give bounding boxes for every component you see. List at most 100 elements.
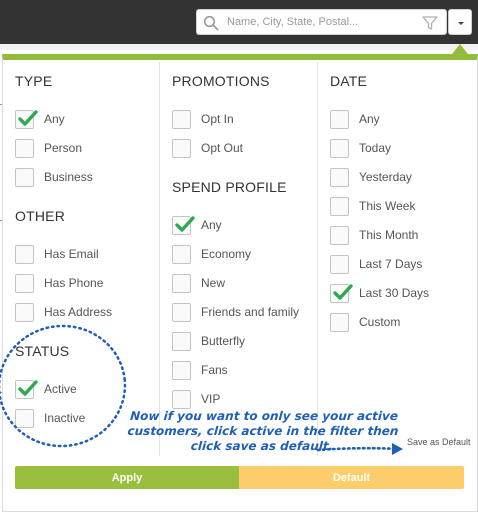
checkbox[interactable] <box>15 302 34 322</box>
checkbox[interactable] <box>330 283 353 303</box>
option-label: Active <box>44 382 77 396</box>
filter-option-spend-profile-vip[interactable]: VIP <box>172 388 220 410</box>
checkmark-icon <box>18 379 38 396</box>
filter-option-spend-profile-friends-and-family[interactable]: Friends and family <box>172 301 299 323</box>
checkbox[interactable] <box>15 244 34 264</box>
filter-option-date-last-7-days[interactable]: Last 7 Days <box>330 253 422 275</box>
filter-option-other-has-phone[interactable]: Has Phone <box>15 272 103 294</box>
section-title-promotions: PROMOTIONS <box>172 73 270 89</box>
checkbox[interactable] <box>15 109 38 129</box>
apply-button[interactable]: Apply <box>15 466 239 489</box>
filter-option-date-today[interactable]: Today <box>330 137 391 159</box>
filter-option-type-any[interactable]: Any <box>15 108 65 130</box>
checkbox[interactable] <box>15 167 34 187</box>
option-label: New <box>201 276 226 290</box>
annotation-line: click save as default. <box>190 439 334 453</box>
filter-option-other-has-address[interactable]: Has Address <box>15 301 112 323</box>
filter-option-date-last-30-days[interactable]: Last 30 Days <box>330 282 429 304</box>
filter-option-promotions-opt-in[interactable]: Opt In <box>172 108 234 130</box>
default-button[interactable]: Default <box>239 466 464 489</box>
panel-pointer <box>452 44 468 54</box>
option-label: Economy <box>201 247 252 261</box>
option-label: Inactive <box>44 411 86 425</box>
checkmark-icon <box>333 283 353 300</box>
save-as-default-link[interactable]: Save as Default <box>407 437 471 447</box>
checkbox[interactable] <box>15 273 34 293</box>
checkbox[interactable] <box>330 138 349 158</box>
search-input[interactable] <box>227 13 412 31</box>
filter-option-date-this-month[interactable]: This Month <box>330 224 418 246</box>
filter-option-date-custom[interactable]: Custom <box>330 311 400 333</box>
filter-option-date-yesterday[interactable]: Yesterday <box>330 166 412 188</box>
filter-icon[interactable] <box>422 15 438 31</box>
option-label: Friends and family <box>201 305 300 319</box>
section-title-type: TYPE <box>15 73 53 89</box>
checkbox[interactable] <box>330 225 349 245</box>
column-divider <box>317 62 318 456</box>
option-label: Butterfly <box>201 334 246 348</box>
filter-option-spend-profile-new[interactable]: New <box>172 272 225 294</box>
filter-option-spend-profile-fans[interactable]: Fans <box>172 359 228 381</box>
option-label: Custom <box>359 315 401 329</box>
filter-option-other-has-email[interactable]: Has Email <box>15 243 99 265</box>
search-options-dropdown-button[interactable] <box>448 9 472 35</box>
checkbox[interactable] <box>15 138 34 158</box>
checkbox[interactable] <box>172 244 191 264</box>
checkmark-icon <box>175 215 195 232</box>
option-label: Has Address <box>44 305 113 319</box>
search-icon <box>203 15 219 31</box>
option-label: Fans <box>201 363 228 377</box>
option-label: Has Email <box>44 247 99 261</box>
filter-option-spend-profile-any[interactable]: Any <box>172 214 222 236</box>
filter-option-spend-profile-economy[interactable]: Economy <box>172 243 251 265</box>
checkbox[interactable] <box>172 215 195 235</box>
filter-option-status-inactive[interactable]: Inactive <box>15 407 85 429</box>
filter-option-type-business[interactable]: Business <box>15 166 93 188</box>
annotation-line: Now if you want to only see your active <box>129 409 399 423</box>
option-label: Has Phone <box>44 276 104 290</box>
checkbox[interactable] <box>172 389 191 409</box>
checkbox[interactable] <box>15 408 34 428</box>
filter-option-date-any[interactable]: Any <box>330 108 380 130</box>
option-label: This Week <box>359 199 416 213</box>
checkbox[interactable] <box>330 254 349 274</box>
checkbox[interactable] <box>172 138 191 158</box>
option-label: Person <box>44 141 83 155</box>
caret-down-icon <box>458 22 464 25</box>
checkbox[interactable] <box>15 379 38 399</box>
checkbox[interactable] <box>330 109 349 129</box>
checkbox[interactable] <box>172 109 191 129</box>
filter-option-spend-profile-butterfly[interactable]: Butterfly <box>172 330 245 352</box>
section-title-status: STATUS <box>15 343 70 359</box>
annotation-line: customers, click active in the filter th… <box>127 424 399 438</box>
search-box[interactable] <box>196 9 447 35</box>
option-label: Opt Out <box>201 141 244 155</box>
option-label: Any <box>44 112 65 126</box>
option-label: Any <box>201 218 222 232</box>
checkbox[interactable] <box>330 167 349 187</box>
checkbox[interactable] <box>172 302 191 322</box>
filter-option-type-person[interactable]: Person <box>15 137 82 159</box>
option-label: VIP <box>201 392 221 406</box>
section-title-spend-profile: SPEND PROFILE <box>172 179 287 195</box>
checkbox[interactable] <box>172 360 191 380</box>
checkbox[interactable] <box>330 196 349 216</box>
column-divider <box>159 62 160 456</box>
section-title-other: OTHER <box>15 208 65 224</box>
filter-option-status-active[interactable]: Active <box>15 378 77 400</box>
option-label: Any <box>359 112 380 126</box>
section-title-date: DATE <box>330 73 368 89</box>
option-label: Last 30 Days <box>359 286 430 300</box>
checkbox[interactable] <box>330 312 349 332</box>
filter-option-date-this-week[interactable]: This Week <box>330 195 415 217</box>
annotation-note: Now if you want to only see your active … <box>116 409 409 454</box>
option-label: Last 7 Days <box>359 257 423 271</box>
checkmark-icon <box>18 109 38 126</box>
option-label: Yesterday <box>359 170 412 184</box>
checkbox[interactable] <box>172 331 191 351</box>
option-label: Opt In <box>201 112 234 126</box>
checkbox[interactable] <box>172 273 191 293</box>
option-label: This Month <box>359 228 419 242</box>
page-background-strip <box>0 44 478 50</box>
filter-option-promotions-opt-out[interactable]: Opt Out <box>172 137 243 159</box>
